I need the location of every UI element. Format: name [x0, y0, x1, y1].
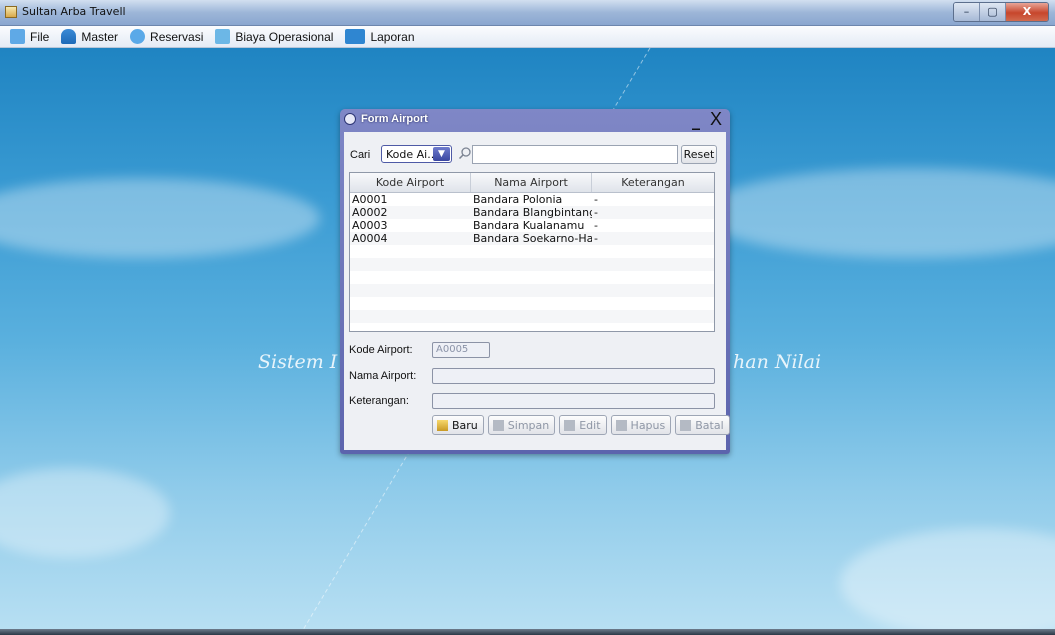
menu-bar: File Master Reservasi Biaya Operasional … — [0, 26, 1055, 48]
kode-airport-label: Kode Airport: — [349, 344, 413, 356]
file-icon — [10, 29, 25, 44]
search-field-combo[interactable]: Kode Ai... ▼ — [381, 145, 452, 163]
cell-kode: A0004 — [352, 232, 388, 245]
keterangan-label: Keterangan: — [349, 395, 409, 407]
keterangan-field[interactable] — [432, 393, 715, 409]
java-app-icon — [5, 6, 17, 18]
cell-kode: A0001 — [352, 193, 388, 206]
window-maximize-button[interactable]: ▢ — [980, 3, 1006, 21]
menu-laporan[interactable]: Laporan — [345, 29, 415, 44]
simpan-label: Simpan — [507, 418, 550, 432]
chevron-down-icon[interactable]: ▼ — [433, 147, 450, 161]
dialog-body: Cari Kode Ai... ▼ Reset Kode Airport Nam… — [344, 132, 730, 450]
window-controls: – ▢ X — [953, 2, 1049, 22]
column-header-kode[interactable]: Kode Airport — [350, 173, 471, 192]
cell-nama: Bandara Soekarno-Hatta — [473, 232, 592, 245]
new-icon — [437, 419, 448, 431]
users-icon — [61, 29, 77, 44]
table-body: A0001 Bandara Polonia - A0002 Bandara Bl… — [350, 193, 714, 323]
window-minimize-button[interactable]: – — [954, 3, 980, 21]
dialog-title: Form Airport — [361, 113, 428, 125]
reset-button[interactable]: Reset — [681, 145, 717, 164]
menu-reservasi[interactable]: Reservasi — [130, 29, 203, 44]
table-row-empty — [350, 284, 714, 297]
watermark-left: Sistem I — [258, 351, 338, 373]
menu-master[interactable]: Master — [61, 29, 118, 44]
edit-label: Edit — [579, 418, 601, 432]
column-header-keterangan[interactable]: Keterangan — [592, 173, 714, 192]
table-row-empty — [350, 245, 714, 258]
column-header-nama[interactable]: Nama Airport — [471, 173, 592, 192]
dialog-radio-icon — [344, 113, 356, 125]
action-buttons: Baru Simpan Edit Hapus Batal — [432, 415, 734, 435]
combo-value: Kode Ai... — [386, 148, 438, 161]
document-icon — [215, 29, 231, 44]
report-icon — [345, 29, 366, 44]
nama-airport-field[interactable] — [432, 368, 715, 384]
table-row-empty — [350, 271, 714, 284]
dialog-minimize-button[interactable]: _ — [692, 111, 700, 130]
search-label: Cari — [350, 149, 371, 161]
form-airport-dialog: Form Airport _ X Cari Kode Ai... ▼ Reset… — [340, 109, 730, 454]
hapus-button[interactable]: Hapus — [610, 415, 672, 435]
window-title: Sultan Arba Travell — [22, 5, 126, 18]
airport-table[interactable]: Kode Airport Nama Airport Keterangan A00… — [349, 172, 715, 332]
cell-nama: Bandara Kualanamu — [473, 219, 585, 232]
window-close-button[interactable]: X — [1006, 3, 1048, 21]
cell-keterangan: - — [594, 232, 598, 245]
menu-file[interactable]: File — [10, 29, 49, 44]
menu-laporan-label: Laporan — [370, 29, 415, 44]
cell-kode: A0002 — [352, 206, 388, 219]
menu-file-label: File — [30, 29, 50, 44]
cell-kode: A0003 — [352, 219, 388, 232]
hapus-label: Hapus — [630, 418, 666, 432]
menu-reservasi-label: Reservasi — [150, 29, 204, 44]
reservation-icon — [130, 29, 146, 44]
taskbar-strip — [0, 629, 1055, 635]
search-input[interactable] — [472, 145, 678, 164]
table-row-empty — [350, 258, 714, 271]
window-titlebar: Sultan Arba Travell – ▢ X — [0, 0, 1055, 26]
kode-airport-field: A0005 — [432, 342, 490, 358]
table-row-empty — [350, 310, 714, 323]
baru-label: Baru — [452, 418, 478, 432]
table-row[interactable]: A0004 Bandara Soekarno-Hatta - — [350, 232, 714, 245]
table-row[interactable]: A0001 Bandara Polonia - — [350, 193, 714, 206]
cell-nama: Bandara Blangbintang — [473, 206, 592, 219]
baru-button[interactable]: Baru — [432, 415, 484, 435]
delete-icon — [615, 419, 627, 431]
table-row-empty — [350, 297, 714, 310]
cell-nama: Bandara Polonia — [473, 193, 563, 206]
save-icon — [492, 419, 504, 431]
batal-button[interactable]: Batal — [675, 415, 730, 435]
batal-label: Batal — [695, 418, 724, 432]
nama-airport-label: Nama Airport: — [349, 370, 417, 382]
table-row[interactable]: A0002 Bandara Blangbintang - — [350, 206, 714, 219]
edit-icon — [564, 419, 576, 431]
dialog-titlebar[interactable]: Form Airport _ X — [340, 109, 730, 131]
menu-master-label: Master — [81, 29, 119, 44]
edit-button[interactable]: Edit — [559, 415, 607, 435]
dialog-close-button[interactable]: X — [710, 109, 722, 130]
table-row[interactable]: A0003 Bandara Kualanamu - — [350, 219, 714, 232]
search-icon — [458, 147, 471, 160]
cell-keterangan: - — [594, 206, 598, 219]
menu-biaya-operasional[interactable]: Biaya Operasional — [215, 29, 333, 44]
cell-keterangan: - — [594, 219, 598, 232]
simpan-button[interactable]: Simpan — [487, 415, 556, 435]
cancel-icon — [680, 419, 692, 431]
watermark-right: han Nilai — [733, 351, 822, 373]
table-header: Kode Airport Nama Airport Keterangan — [350, 173, 714, 193]
cell-keterangan: - — [594, 193, 598, 206]
menu-biaya-label: Biaya Operasional — [235, 29, 334, 44]
